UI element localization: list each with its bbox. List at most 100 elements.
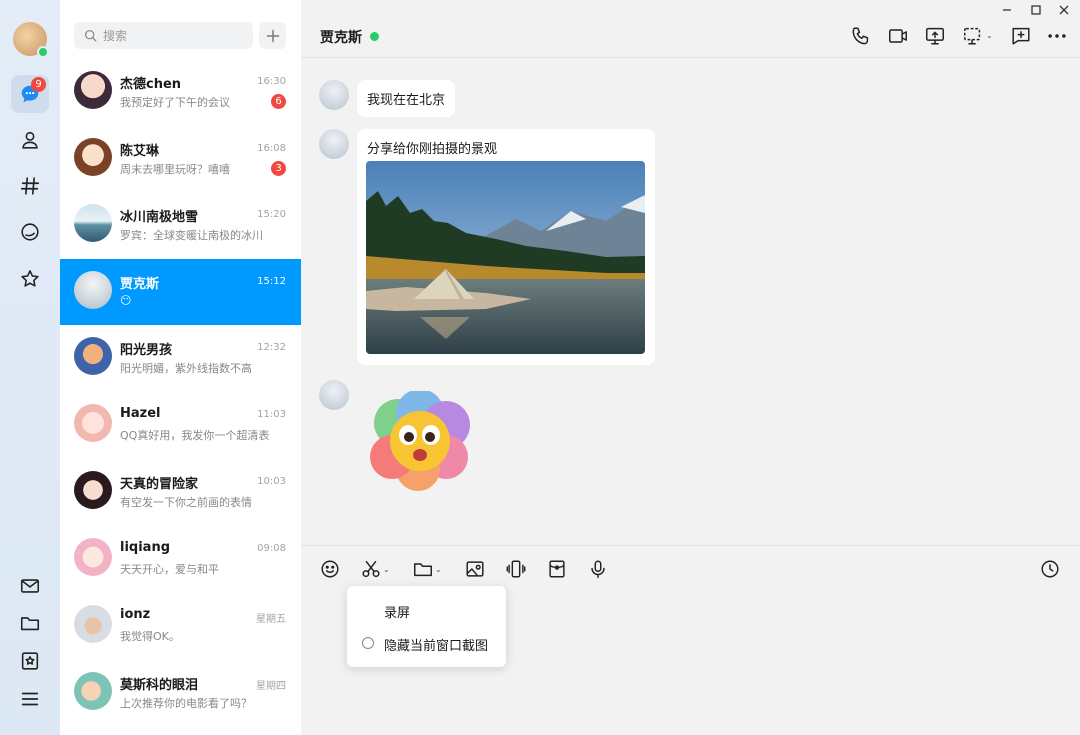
conversation-name: ionz bbox=[120, 607, 151, 622]
image-button[interactable] bbox=[464, 557, 486, 581]
emoji-button[interactable] bbox=[319, 557, 341, 581]
scissors-icon bbox=[362, 560, 380, 578]
conversation-time: 12:32 bbox=[257, 342, 286, 353]
nav-collections[interactable] bbox=[11, 642, 49, 680]
chevron-down-icon[interactable]: ⌄ bbox=[383, 565, 390, 574]
conversation-preview: 周末去哪里玩呀？嘻嘻 bbox=[120, 163, 230, 176]
conversation-preview: 😶 bbox=[120, 294, 132, 307]
conversation-item[interactable]: 冰川南极地雪 15:20 罗宾：全球变暖让南极的冰川 bbox=[60, 192, 301, 258]
conversation-item[interactable]: 杰德chen 16:30 我预定好了下午的会议 6 bbox=[60, 59, 301, 125]
sender-avatar[interactable] bbox=[319, 129, 349, 159]
sender-avatar[interactable] bbox=[319, 380, 349, 410]
search-icon bbox=[84, 29, 97, 42]
chat-header: 贾克斯 ⌄ bbox=[301, 0, 1080, 58]
remote-desktop-icon[interactable] bbox=[962, 25, 984, 47]
voice-button[interactable] bbox=[587, 557, 609, 581]
conversation-name: 冰川南极地雪 bbox=[120, 210, 199, 225]
message-bubble[interactable]: 我现在在北京 bbox=[357, 80, 456, 117]
search-input[interactable] bbox=[103, 28, 243, 43]
hide-window-radio[interactable] bbox=[362, 637, 374, 649]
screenshot-menu: 录屏 隐藏当前窗口截图 bbox=[347, 586, 506, 667]
conversation-preview: 上次推荐你的电影看了吗？ bbox=[120, 697, 252, 710]
conversation-item[interactable]: Hazel 11:03 QQ真好用，我发你一个超清表情 bbox=[60, 392, 301, 458]
conversation-item[interactable]: 阳光男孩 12:32 阳光明媚，紫外线指数不高 bbox=[60, 325, 301, 391]
conversation-name: liqiang bbox=[120, 540, 171, 555]
unread-badge: 9 bbox=[31, 77, 46, 92]
conversation-time: 15:20 bbox=[257, 209, 286, 220]
chevron-down-icon[interactable]: ⌄ bbox=[986, 31, 993, 40]
nav-favorites[interactable] bbox=[11, 260, 49, 298]
phone-icon[interactable] bbox=[850, 25, 872, 47]
conversation-name: 阳光男孩 bbox=[120, 343, 173, 358]
message-text: 我现在在北京 bbox=[367, 93, 446, 108]
screenshot-button[interactable]: ⌄ bbox=[360, 557, 390, 581]
red-packet-button[interactable] bbox=[546, 557, 568, 581]
conversation-item[interactable]: 天真的冒险家 10:03 有空发一下你之前画的表情 bbox=[60, 459, 301, 525]
avatar bbox=[74, 538, 112, 576]
menu-item-record-screen[interactable]: 录屏 bbox=[384, 602, 410, 621]
conversation-preview: 我觉得OK。 bbox=[120, 630, 180, 643]
conversation-time: 11:03 bbox=[257, 409, 286, 420]
conversation-name: 天真的冒险家 bbox=[120, 477, 199, 492]
conversation-item[interactable]: ionz 星期五 我觉得OK。 bbox=[60, 593, 301, 659]
conversation-preview: 我预定好了下午的会议 bbox=[120, 96, 230, 109]
hamburger-menu-icon bbox=[21, 692, 39, 706]
conversation-name: 莫斯科的眼泪 bbox=[120, 678, 199, 693]
avatar bbox=[74, 337, 112, 375]
nav-menu[interactable] bbox=[11, 680, 49, 718]
conversation-time: 星期四 bbox=[256, 681, 286, 692]
conversation-name: 贾克斯 bbox=[120, 277, 160, 292]
nav-channels[interactable] bbox=[11, 167, 49, 205]
conversation-item[interactable]: 莫斯科的眼泪 星期四 上次推荐你的电影看了吗？ bbox=[60, 660, 301, 726]
message-bubble[interactable]: 分享给你刚拍摄的景观 bbox=[357, 129, 655, 365]
sticker[interactable] bbox=[368, 389, 472, 493]
history-button[interactable] bbox=[1039, 557, 1061, 581]
conversation-item[interactable]: liqiang 09:08 天天开心，爱与和平 bbox=[60, 526, 301, 592]
avatar bbox=[74, 404, 112, 442]
shake-button[interactable] bbox=[505, 557, 527, 581]
vibrate-icon bbox=[506, 560, 526, 578]
user-avatar[interactable] bbox=[13, 22, 49, 58]
online-status-dot bbox=[37, 46, 49, 58]
conversation-item[interactable]: 陈艾琳 16:08 周末去哪里玩呀？嘻嘻 3 bbox=[60, 126, 301, 192]
more-options-icon[interactable] bbox=[1046, 25, 1068, 47]
person-icon bbox=[22, 131, 38, 149]
screen-share-icon[interactable] bbox=[924, 25, 946, 47]
file-button[interactable]: ⌄ bbox=[412, 557, 442, 581]
conversation-item-active[interactable]: 贾克斯 15:12 😶 bbox=[60, 259, 301, 325]
conversation-preview: 有空发一下你之前画的表情 bbox=[120, 496, 252, 509]
avatar bbox=[74, 71, 112, 109]
chevron-down-icon[interactable]: ⌄ bbox=[435, 565, 442, 574]
nav-messages[interactable]: 9 bbox=[11, 75, 49, 113]
red-envelope-icon bbox=[549, 560, 565, 578]
message-text: 分享给你刚拍摄的景观 bbox=[367, 142, 498, 157]
add-chat-icon[interactable] bbox=[1010, 25, 1032, 47]
nav-contacts[interactable] bbox=[11, 121, 49, 159]
clock-icon bbox=[1041, 560, 1059, 578]
star-icon bbox=[21, 270, 39, 287]
sender-avatar[interactable] bbox=[319, 80, 349, 110]
add-button[interactable] bbox=[259, 22, 286, 49]
online-status-dot bbox=[370, 32, 379, 41]
mail-icon bbox=[20, 579, 40, 593]
shared-photo[interactable] bbox=[366, 161, 645, 354]
conversation-time: 10:03 bbox=[257, 476, 286, 487]
conversation-list: 杰德chen 16:30 我预定好了下午的会议 6 陈艾琳 16:08 周末去哪… bbox=[60, 0, 301, 735]
menu-item-hide-window-screenshot[interactable]: 隐藏当前窗口截图 bbox=[384, 635, 488, 654]
nav-explore[interactable] bbox=[11, 213, 49, 251]
smiley-icon bbox=[321, 560, 339, 578]
nav-files[interactable] bbox=[11, 604, 49, 642]
avatar bbox=[74, 271, 112, 309]
unread-badge: 3 bbox=[271, 161, 286, 176]
video-call-icon[interactable] bbox=[887, 25, 909, 47]
chat-title: 贾克斯 bbox=[320, 30, 362, 46]
folder-icon bbox=[20, 617, 40, 631]
nav-mail[interactable] bbox=[11, 567, 49, 605]
avatar bbox=[74, 672, 112, 710]
avatar bbox=[74, 138, 112, 176]
conversation-name: Hazel bbox=[120, 406, 161, 421]
search-box[interactable] bbox=[74, 22, 253, 49]
avatar bbox=[74, 471, 112, 509]
conversation-preview: 天天开心，爱与和平 bbox=[120, 563, 219, 576]
avatar bbox=[74, 204, 112, 242]
